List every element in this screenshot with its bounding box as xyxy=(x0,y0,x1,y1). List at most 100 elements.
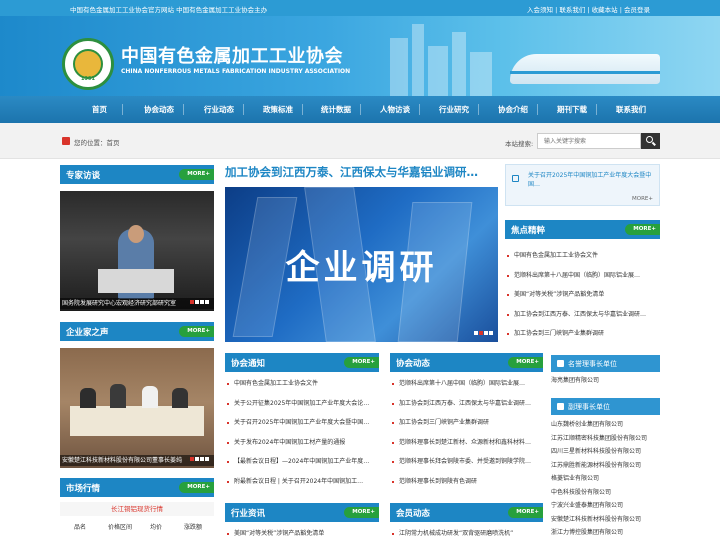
nav-industry-news[interactable]: 行业动态 xyxy=(204,96,234,123)
list-item[interactable]: 关于召开2025年中国铜加工产业年度大会暨中国… xyxy=(225,413,379,433)
search-input[interactable] xyxy=(537,133,641,149)
member-news-header: 会员动态 MORE+ xyxy=(390,503,543,522)
entrepreneur-title: 企业家之声 xyxy=(66,328,109,338)
logo-emblem xyxy=(73,49,103,79)
nav-home[interactable]: 首页 xyxy=(92,96,107,123)
member-login-link[interactable]: 会员登录 xyxy=(624,6,650,14)
building-graphic xyxy=(390,38,408,96)
list-item[interactable]: 宁波兴业盛泰集团有限公司 xyxy=(551,499,647,513)
building-graphic xyxy=(412,24,424,96)
expert-photo[interactable]: 国务院发展研究中心宏观经济研究部研究室 xyxy=(60,191,214,311)
conference-table xyxy=(70,406,204,436)
entrepreneur-slider-dots[interactable] xyxy=(189,455,209,463)
list-item[interactable]: 范顺科理事长到铜陵有色调研 xyxy=(390,472,543,492)
building-graphic xyxy=(428,46,448,96)
nav-association-news[interactable]: 协会动态 xyxy=(144,96,174,123)
join-link[interactable]: 入会须知 xyxy=(527,6,553,14)
list-item[interactable]: 江苏江顺精密科技集团股份有限公司 xyxy=(551,432,647,446)
main-nav: 首页 协会动态 行业动态 政策标准 统计数据 人物访谈 行业研究 协会介绍 期刊… xyxy=(0,96,720,123)
site-subtitle: CHINA NONFERROUS METALS FABRICATION INDU… xyxy=(121,68,351,75)
expert-slider-dots[interactable] xyxy=(189,298,209,306)
list-item[interactable]: 加工协会到三门峡铜产业集群调研 xyxy=(390,413,543,433)
expert-interview-more-button[interactable]: MORE+ xyxy=(179,169,214,180)
list-item[interactable]: 山东魏桥创业集团有限公司 xyxy=(551,418,647,432)
list-item[interactable]: 加工协会到三门峡铜产业集群调研 xyxy=(505,324,660,344)
announcement-more-button[interactable]: MORE+ xyxy=(632,196,653,202)
nav-contact[interactable]: 联系我们 xyxy=(616,96,646,123)
nav-divider xyxy=(419,104,420,115)
association-notice-title: 协会通知 xyxy=(231,359,266,369)
nav-journal-download[interactable]: 期刊下载 xyxy=(557,96,587,123)
list-item[interactable]: 范顺科理事长到楚江新材、众源新材和鑫科材料… xyxy=(390,433,543,453)
nav-policy-standards[interactable]: 政策标准 xyxy=(263,96,293,123)
association-news-more-button[interactable]: MORE+ xyxy=(508,357,543,368)
breadcrumb: 您的位置：首页 xyxy=(74,137,120,147)
association-news-list: 范顺科出席第十八届中国（临朐）国际铝业展… 加工协会到江西万泰、江西保太与华嘉铝… xyxy=(390,374,543,491)
list-item[interactable]: 【最新会议日程】—2024年中国铜加工产业年度… xyxy=(225,452,379,472)
expert-interview-header: 专家访谈 MORE+ xyxy=(60,165,214,184)
breadcrumb-home[interactable]: 首页 xyxy=(107,139,120,147)
list-item[interactable]: 安徽楚江科技新材料股份有限公司 xyxy=(551,513,647,527)
market-more-button[interactable]: MORE+ xyxy=(179,482,214,493)
list-item[interactable]: 加工协会到江西万泰、江西保太与华嘉铝业调研… xyxy=(505,305,660,325)
list-item[interactable]: 格菱铝业有限公司 xyxy=(551,472,647,486)
list-item[interactable]: 中色科技股份有限公司 xyxy=(551,486,647,500)
list-item[interactable]: 范顺科出席第十八届中国（临朐）国际铝业展… xyxy=(390,374,543,394)
honorary-president-units-header: 名誉理事长单位 xyxy=(551,355,660,372)
entrepreneur-header: 企业家之声 MORE+ xyxy=(60,322,214,341)
focus-header: 焦点精粹 MORE+ xyxy=(505,220,660,239)
entrepreneur-photo[interactable]: 安徽楚江科技新材料股份有限公司董事长姜纯 xyxy=(60,348,214,468)
breadcrumb-prefix: 您的位置： xyxy=(74,139,107,147)
list-item[interactable]: 加工协会到江西万泰、江西保太与华嘉铝业调研… xyxy=(390,394,543,414)
expert-interview-title: 专家访谈 xyxy=(66,171,101,181)
list-item[interactable]: 关于发布2024年中国铜加工材产量的通报 xyxy=(225,433,379,453)
vice-president-units-title: 副理事长单位 xyxy=(568,403,610,411)
nav-about[interactable]: 协会介绍 xyxy=(498,96,528,123)
list-item[interactable]: 范顺科出席第十八届中国（临朐）国际铝业展… xyxy=(505,266,660,286)
entrepreneur-more-button[interactable]: MORE+ xyxy=(179,326,214,337)
bookmark-link[interactable]: 收藏本站 xyxy=(592,6,618,14)
list-item[interactable]: 美国“对等关税”涉铜产品豁免清单 xyxy=(225,524,379,540)
list-item[interactable]: 中国有色金属加工工业协会文件 xyxy=(225,374,379,394)
site-title: 中国有色金属加工工业协会 xyxy=(121,46,343,67)
list-item[interactable]: 江阴常力机械成功研发“双背驱研磨喷洗机” xyxy=(390,524,543,540)
honorary-president-units-title: 名誉理事长单位 xyxy=(568,360,617,368)
list-item[interactable]: 附最新会议日程 | 关于召开2024年中国铜加工… xyxy=(225,472,379,492)
list-item[interactable]: 关于公开征集2025年中国铜加工产业年度大会论… xyxy=(225,394,379,414)
list-item[interactable]: 江苏鼎胜新能源材料股份有限公司 xyxy=(551,459,647,473)
list-item[interactable]: 浙江力博控股集团有限公司 xyxy=(551,526,647,540)
list-item[interactable]: 四川三星新材料科技股份有限公司 xyxy=(551,445,647,459)
focus-list: 中国有色金属加工工业协会文件 范顺科出席第十八届中国（临朐）国际铝业展… 美国“… xyxy=(505,246,660,344)
market-header: 市场行情 MORE+ xyxy=(60,478,214,497)
list-item[interactable]: 范顺科理事长拜会铜陵市委、并受邀到铜陵学院… xyxy=(390,452,543,472)
location-bar: 您的位置：首页 本站搜索: xyxy=(0,123,720,159)
list-item[interactable]: 美国“对等关税”涉铜产品豁免清单 xyxy=(505,285,660,305)
nav-interviews[interactable]: 人物访谈 xyxy=(380,96,410,123)
search-icon-handle xyxy=(652,141,656,146)
member-news-more-button[interactable]: MORE+ xyxy=(508,507,543,518)
industry-info-more-button[interactable]: MORE+ xyxy=(344,507,379,518)
list-item[interactable]: 海亮集团有限公司 xyxy=(551,374,599,388)
nav-statistics[interactable]: 统计数据 xyxy=(321,96,351,123)
member-news-list: 江阴常力机械成功研发“双背驱研磨喷洗机” xyxy=(390,524,543,540)
train-stripe xyxy=(510,71,660,74)
top-bar-slogan: 中国有色金属加工工业协会官方网站 中国有色金属加工工业协会主办 xyxy=(70,6,268,14)
top-bar: 中国有色金属加工工业协会官方网站 中国有色金属加工工业协会主办 入会须知 | 联… xyxy=(0,0,720,16)
contact-link[interactable]: 联系我们 xyxy=(559,6,585,14)
focus-title: 焦点精粹 xyxy=(511,226,546,236)
headline-title[interactable]: 加工协会到江西万泰、江西保太与华嘉铝业调研… xyxy=(225,164,478,180)
nav-research[interactable]: 行业研究 xyxy=(439,96,469,123)
attendee-figure xyxy=(142,386,158,408)
hero-slider-dots[interactable] xyxy=(473,329,493,337)
association-notice-list: 中国有色金属加工工业协会文件 关于公开征集2025年中国铜加工产业年度大会论… … xyxy=(225,374,379,491)
list-item[interactable]: 中国有色金属加工工业协会文件 xyxy=(505,246,660,266)
focus-more-button[interactable]: MORE+ xyxy=(625,224,660,235)
logo-year: 1991 xyxy=(81,76,95,82)
headline-hero-image[interactable]: 企业调研 xyxy=(225,187,498,342)
attendee-figure xyxy=(110,384,126,408)
association-notice-more-button[interactable]: MORE+ xyxy=(344,357,379,368)
search-button[interactable] xyxy=(641,133,660,149)
association-logo[interactable]: 1991 xyxy=(62,38,114,90)
announcement-link[interactable]: 关于召开2025年中国铜加工产业年度大会暨中国… xyxy=(528,171,654,189)
nav-divider xyxy=(537,104,538,115)
